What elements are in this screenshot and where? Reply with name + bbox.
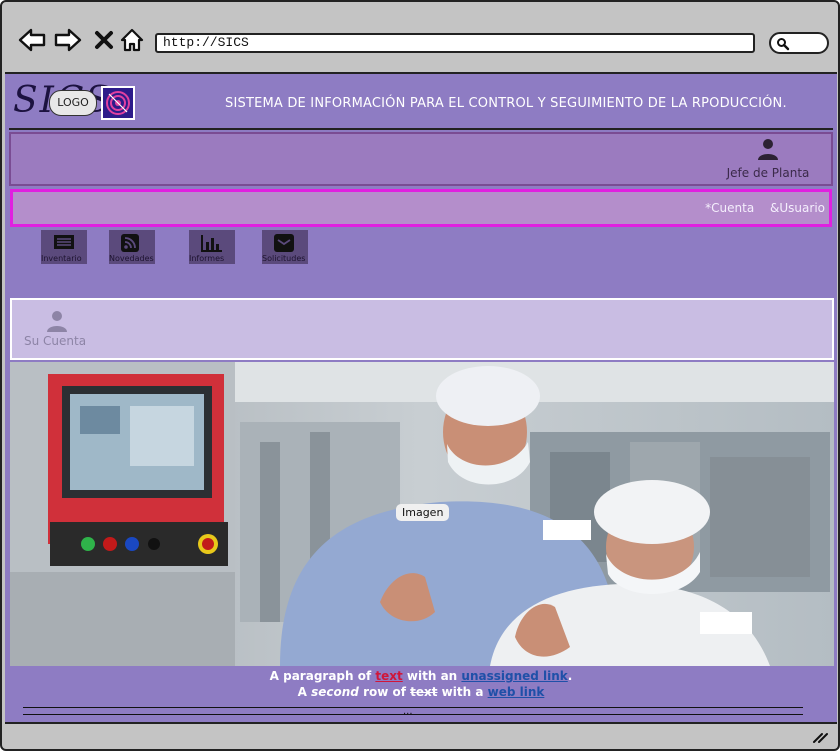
rss-icon: [121, 234, 139, 252]
envelope-icon: [274, 234, 294, 252]
address-bar[interactable]: http://SICS: [155, 33, 755, 53]
image-label: Imagen: [396, 504, 450, 521]
footer-text: A: [297, 685, 312, 699]
resize-handle-icon[interactable]: [812, 731, 828, 743]
user-icon: [47, 311, 67, 332]
hero-image: Imagen: [10, 362, 834, 666]
brand-logo[interactable]: SICS LOGO: [13, 80, 135, 124]
user-role-bar: Jefe de Planta: [9, 132, 833, 186]
nav-solicitudes-button[interactable]: Solicitudes: [262, 230, 308, 264]
close-icon: [95, 31, 113, 49]
page-viewport: SICS LOGO SISTEMA DE INFORMACIÓN PARA EL…: [5, 72, 837, 724]
user-icon: [758, 139, 778, 160]
footer-text: with a: [437, 685, 488, 699]
system-title: SISTEMA DE INFORMACIÓN PARA EL CONTROL Y…: [225, 96, 787, 111]
back-button[interactable]: [16, 24, 48, 56]
user-profile[interactable]: Jefe de Planta: [723, 138, 813, 180]
usuario-link[interactable]: &Usuario: [770, 201, 825, 215]
nav-label: Inventario: [41, 254, 82, 263]
web-link[interactable]: web link: [488, 685, 545, 699]
footer-text: .: [567, 669, 573, 683]
footer-paragraph: A paragraph of text with an unassigned l…: [5, 668, 837, 700]
site-header: SICS LOGO SISTEMA DE INFORMACIÓN PARA EL…: [9, 76, 833, 130]
list-icon: [54, 235, 74, 249]
user-role-label: Jefe de Planta: [726, 166, 810, 180]
footer-divider: [23, 714, 803, 715]
nav-novedades-button[interactable]: Novedades: [109, 230, 155, 264]
arrow-left-icon: [18, 28, 46, 52]
text-link[interactable]: text: [375, 669, 402, 683]
home-icon: [120, 28, 144, 52]
footer-emphasis: second: [311, 685, 359, 699]
bar-chart-icon: [201, 235, 222, 252]
footer-text: row of: [358, 685, 411, 699]
account-panel[interactable]: Su Cuenta: [10, 298, 834, 360]
nav-label: Informes: [189, 254, 225, 263]
unassigned-link[interactable]: unassigned link: [461, 669, 567, 683]
footer-text: with an: [402, 669, 462, 683]
account-panel-label: Su Cuenta: [24, 334, 87, 348]
logo-placeholder: LOGO: [49, 90, 97, 116]
cuenta-link[interactable]: *Cuenta: [705, 201, 754, 215]
footer-ellipsis: ...: [403, 706, 413, 717]
emblem-icon: [101, 86, 135, 120]
browser-window: http://SICS SICS LOGO SISTEMA D: [0, 0, 840, 751]
footer-divider: [23, 707, 803, 708]
home-button[interactable]: [116, 24, 148, 56]
forward-button[interactable]: [52, 24, 84, 56]
nav-label: Solicitudes: [262, 254, 306, 263]
search-icon: [777, 38, 790, 51]
footer-text: A paragraph of: [269, 669, 376, 683]
account-bar: *Cuenta &Usuario: [10, 189, 832, 227]
arrow-right-icon: [54, 28, 82, 52]
nav-label: Novedades: [109, 254, 154, 263]
nav-inventario-button[interactable]: Inventario: [41, 230, 87, 264]
footer-strikethrough: text: [410, 685, 438, 699]
search-input[interactable]: [769, 32, 829, 54]
nav-informes-button[interactable]: Informes: [189, 230, 235, 264]
